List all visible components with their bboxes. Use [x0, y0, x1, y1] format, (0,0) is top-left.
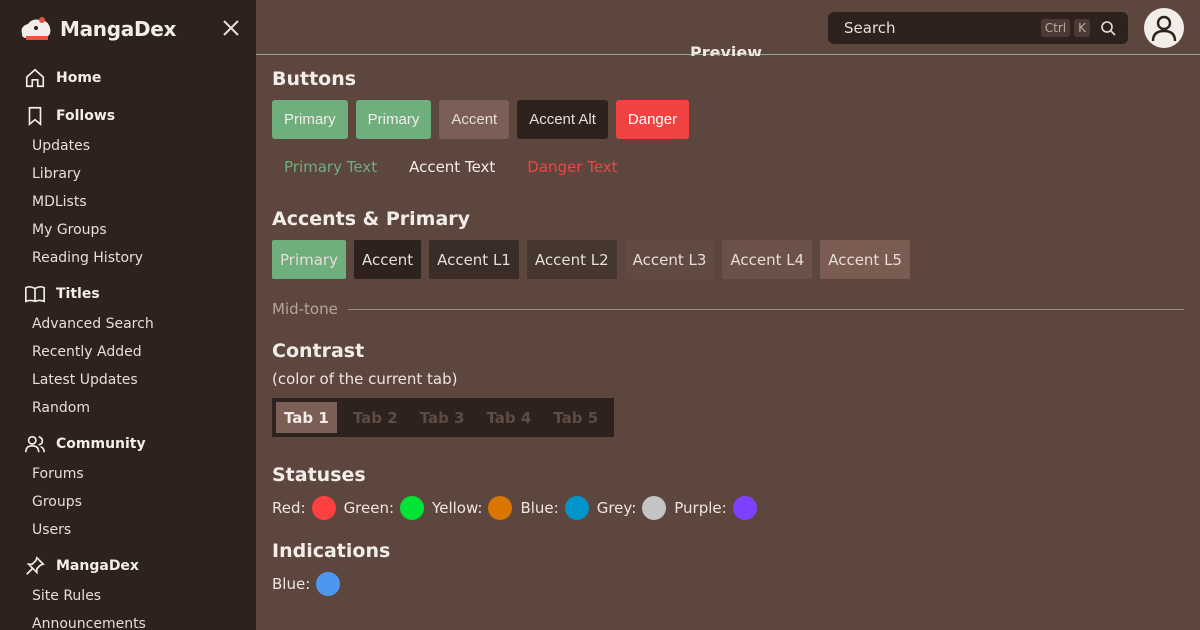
primary-button[interactable]: Primary [272, 100, 348, 139]
status-label: Grey: [596, 499, 637, 517]
midtone-label: Mid-tone [272, 300, 338, 318]
nav-titles[interactable]: Titles [0, 278, 256, 310]
tab-2[interactable]: Tab 2 [345, 402, 406, 433]
tab-4[interactable]: Tab 4 [478, 402, 539, 433]
pin-icon [26, 556, 45, 575]
indications-section: Indications Blue: [272, 540, 390, 596]
accent-text-button[interactable]: Accent Text [397, 149, 507, 185]
sidebar-item-recently-added[interactable]: Recently Added [0, 338, 256, 366]
tab-5[interactable]: Tab 5 [545, 402, 606, 433]
swatch-accent-l5: Accent L5 [820, 240, 910, 279]
shortcut-k-key: K [1074, 19, 1090, 37]
swatch-accent-l4: Accent L4 [722, 240, 813, 279]
buttons-heading: Buttons [272, 68, 357, 90]
close-sidebar-icon[interactable] [219, 16, 243, 40]
sidebar-item-my-groups[interactable]: My Groups [0, 216, 256, 244]
statuses-heading: Statuses [272, 464, 366, 486]
swatch-primary: Primary [272, 240, 346, 279]
sidebar-item-latest-updates[interactable]: Latest Updates [0, 366, 256, 394]
status-color-dot [488, 496, 513, 520]
accents-section: Accents & Primary Primary Accent Accent … [272, 208, 910, 279]
status-label: Purple: [674, 499, 727, 517]
shortcut-ctrl-key: Ctrl [1040, 19, 1071, 37]
status-label: Yellow: [432, 499, 483, 517]
sidebar-item-reading-history[interactable]: Reading History [0, 244, 256, 272]
tab-1[interactable]: Tab 1 [276, 402, 337, 433]
status-color-dot [732, 496, 757, 520]
mangadex-logo-icon [21, 17, 51, 40]
nav-follows-label: Follows [56, 108, 116, 124]
accents-heading: Accents & Primary [272, 208, 471, 230]
brand-name: MangaDex [60, 17, 177, 41]
indication-list: Blue: [272, 572, 390, 596]
nav-titles-label: Titles [56, 286, 100, 302]
danger-text-button[interactable]: Danger Text [515, 149, 629, 185]
swatch-accent: Accent [353, 240, 422, 279]
sidebar-item-announcements[interactable]: Announcements [0, 610, 256, 630]
nav-community-label: Community [56, 436, 146, 452]
indications-heading: Indications [272, 540, 391, 562]
contrast-heading: Contrast [272, 340, 365, 362]
search-placeholder: Search [844, 19, 896, 37]
user-icon [1151, 15, 1177, 42]
user-avatar-button[interactable] [1144, 8, 1184, 48]
preview-title: Preview [690, 46, 763, 56]
accent-alt-button[interactable]: Accent Alt [517, 100, 608, 139]
accent-button[interactable]: Accent [439, 100, 510, 139]
statuses-section: Statuses Red: Green: Yellow: Blue: Grey: Purp… [272, 464, 765, 520]
search-input[interactable]: Search Ctrl K [828, 12, 1128, 44]
swatch-accent-l2: Accent L2 [526, 240, 617, 279]
nav-home[interactable]: Home [0, 62, 256, 94]
nav-home-label: Home [56, 70, 102, 86]
status-color-dot [564, 496, 589, 520]
primary-button-2[interactable]: Primary [355, 100, 432, 139]
tab-3[interactable]: Tab 3 [412, 402, 473, 433]
users-icon [25, 435, 45, 453]
swatch-accent-l1: Accent L1 [429, 240, 519, 279]
midtone-line [347, 308, 1184, 310]
danger-button[interactable]: Danger [615, 100, 690, 139]
status-color-dot [400, 496, 425, 520]
status-label: Red: [272, 499, 306, 517]
sidebar-item-forums[interactable]: Forums [0, 460, 256, 488]
sidebar-item-advanced-search[interactable]: Advanced Search [0, 310, 256, 338]
sidebar-item-updates[interactable]: Updates [0, 132, 256, 160]
contrast-section: Contrast (color of the current tab) Tab … [272, 340, 615, 437]
status-label: Blue: [520, 499, 559, 517]
sidebar-item-groups[interactable]: Groups [0, 488, 256, 516]
sidebar-nav: Home Follows Updates Library MDLists My … [0, 62, 256, 630]
sidebar-item-random[interactable]: Random [0, 394, 256, 422]
primary-text-button[interactable]: Primary Text [272, 149, 389, 185]
indication-label: Blue: [272, 575, 311, 593]
midtone-divider: Mid-tone [272, 300, 1184, 318]
status-color-dot [642, 496, 667, 520]
sidebar-item-users[interactable]: Users [0, 516, 256, 544]
home-icon [25, 68, 45, 88]
search-icon[interactable] [1100, 20, 1116, 36]
book-icon [25, 286, 45, 303]
nav-mangadex[interactable]: MangaDex [0, 550, 256, 582]
sidebar-item-mdlists[interactable]: MDLists [0, 188, 256, 216]
nav-follows[interactable]: Follows [0, 100, 256, 132]
sidebar-item-library[interactable]: Library [0, 160, 256, 188]
sidebar-item-site-rules[interactable]: Site Rules [0, 582, 256, 610]
nav-community[interactable]: Community [0, 428, 256, 460]
status-list: Red: Green: Yellow: Blue: Grey: Purple: [272, 496, 765, 520]
nav-mangadex-label: MangaDex [56, 558, 139, 574]
buttons-section: Buttons Primary Primary Accent Accent Al… [272, 68, 690, 185]
status-color-dot [311, 496, 336, 520]
contrast-subtitle: (color of the current tab) [272, 370, 458, 388]
sidebar: MangaDex Home Follows Updates Library MD… [0, 0, 256, 630]
tab-bar: Tab 1 Tab 2 Tab 3 Tab 4 Tab 5 [272, 398, 615, 437]
brand-logo[interactable]: MangaDex [18, 12, 243, 46]
swatch-accent-l3: Accent L3 [624, 240, 715, 279]
status-label: Green: [343, 499, 395, 517]
indication-color-dot [316, 572, 341, 596]
bookmark-icon [28, 106, 42, 127]
